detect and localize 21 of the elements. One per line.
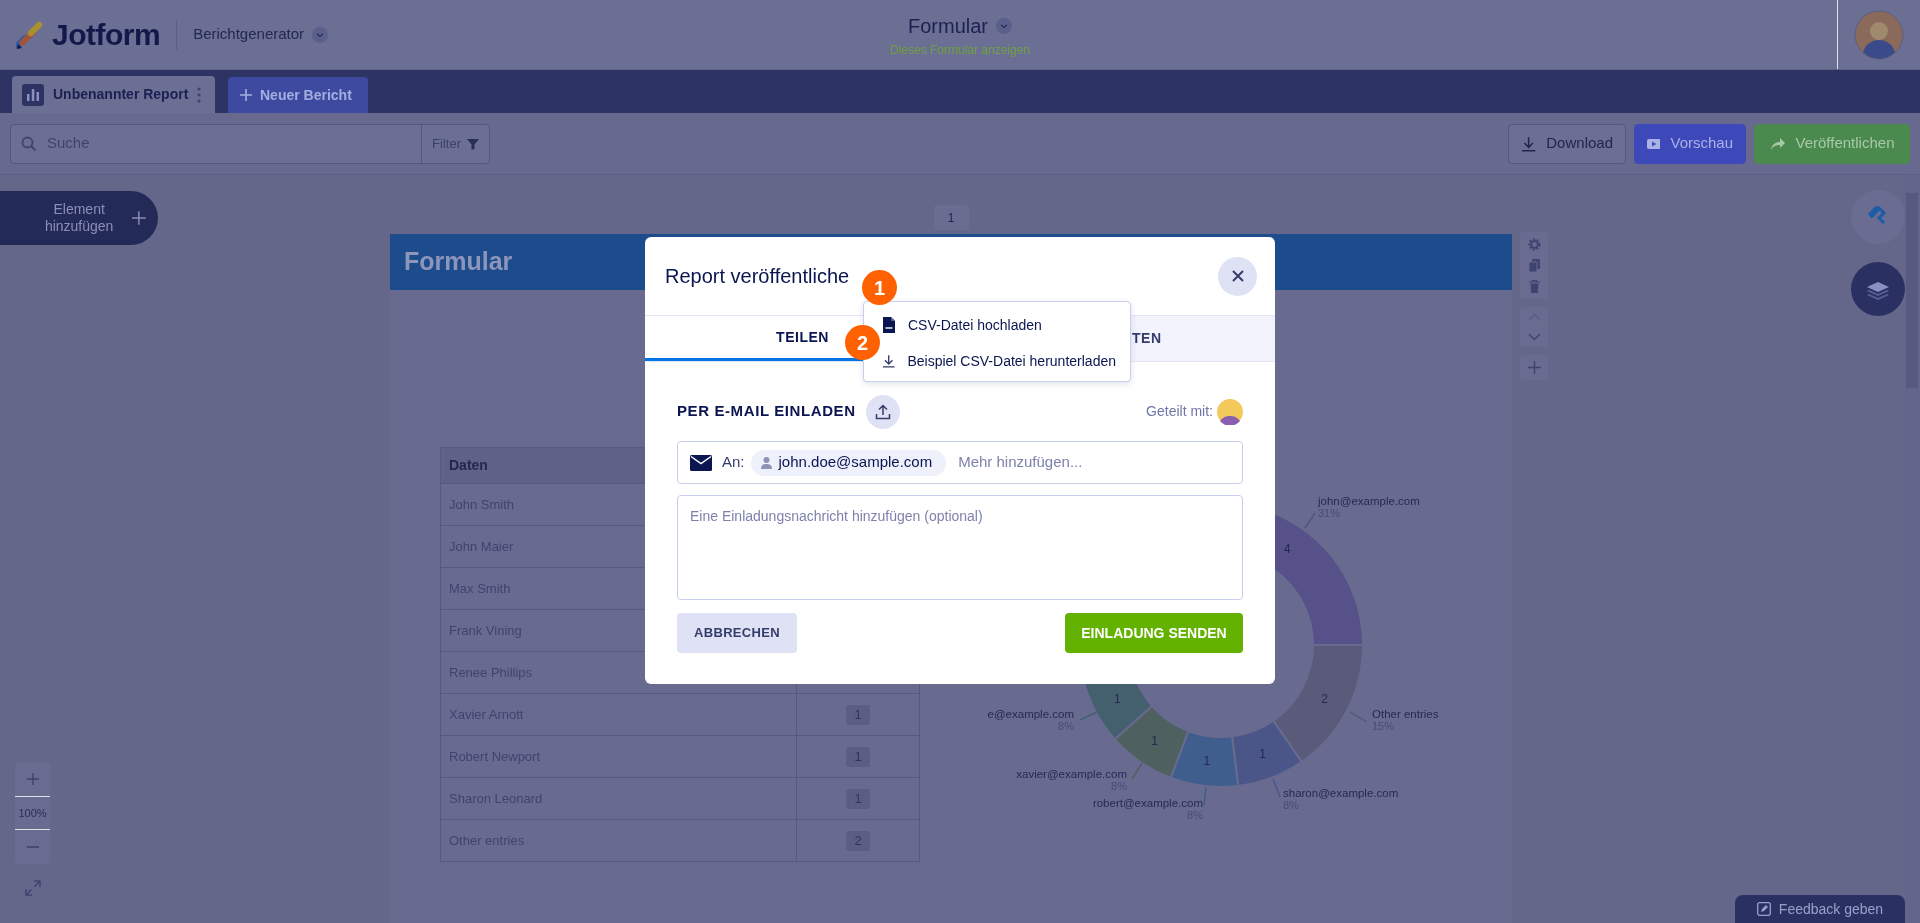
slice-value: 4 — [1284, 541, 1291, 556]
chart-label: robert@example.com — [1092, 797, 1203, 809]
dialog-title: Report veröffentliche — [665, 264, 850, 288]
chart-label: xavier@example.com — [1016, 768, 1127, 780]
chart-label: e@example.com — [987, 708, 1074, 720]
slice-value: 1 — [1203, 754, 1211, 769]
slice-value: 1 — [1259, 747, 1266, 762]
shared-with-label: Geteilt mit: — [1146, 402, 1213, 421]
section-title: PER E-MAIL EINLADEN — [677, 401, 856, 422]
report-title: Formular — [404, 246, 513, 278]
step-number: 1 — [862, 270, 897, 305]
chart-label: sharon@example.com — [1283, 787, 1399, 799]
logo-text: Jotform — [52, 17, 161, 53]
chart-label: john@example.com — [1318, 495, 1420, 507]
chart-label: Other entries — [1372, 708, 1439, 720]
page-number: 1 — [933, 205, 969, 230]
slice-value: 1 — [1114, 692, 1121, 707]
to-label: An: — [722, 452, 745, 473]
slice-value: 1 — [1151, 734, 1158, 749]
column-header: Daten — [449, 456, 488, 475]
zoom-level: 100% — [15, 796, 50, 830]
